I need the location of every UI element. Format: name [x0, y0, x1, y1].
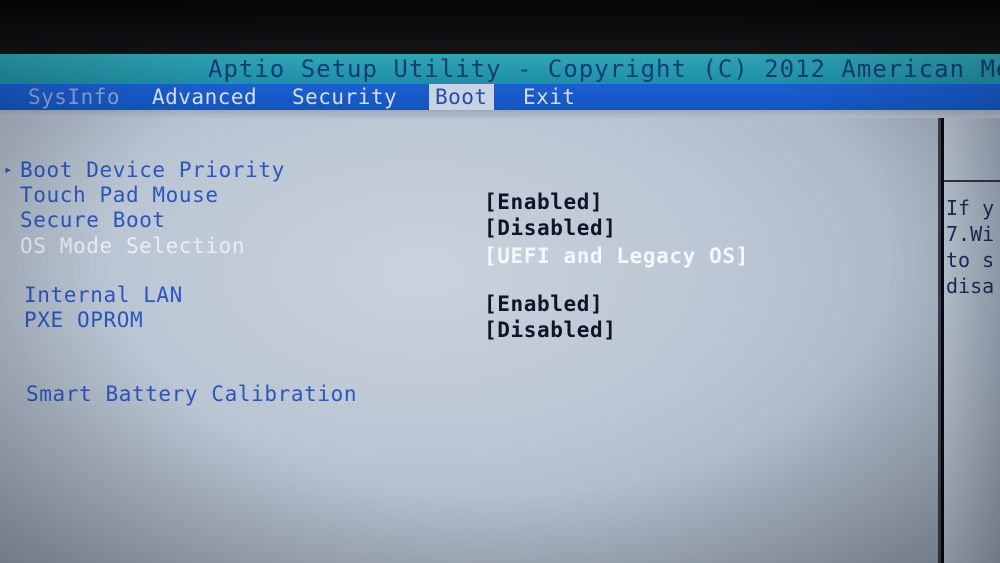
monitor-bezel	[0, 0, 1000, 54]
secure-boot-label: Secure Boot	[20, 208, 166, 232]
internal-lan-value[interactable]: [Enabled]	[484, 292, 603, 316]
help-separator	[944, 180, 1000, 182]
bios-screen: Aptio Setup Utility - Copyright (C) 2012…	[0, 0, 1000, 563]
touch-pad-mouse-label: Touch Pad Mouse	[20, 183, 219, 207]
touch-pad-mouse-value[interactable]: [Enabled]	[484, 190, 603, 214]
tab-security[interactable]: Security	[286, 84, 403, 110]
internal-lan-label: Internal LAN	[24, 283, 183, 307]
help-line: to s	[946, 248, 995, 272]
panel-divider	[938, 118, 941, 563]
help-line: 7.Wi	[946, 222, 995, 246]
help-line: If y	[946, 196, 995, 220]
submenu-arrow-icon: ▸	[4, 162, 13, 178]
pxe-oprom-value[interactable]: [Disabled]	[484, 318, 616, 342]
tab-sysinfo[interactable]: SysInfo	[22, 84, 126, 110]
pxe-oprom-label: PXE OPROM	[24, 308, 144, 332]
tab-advanced[interactable]: Advanced	[146, 84, 263, 110]
boot-device-priority-item[interactable]: Boot Device Priority	[20, 158, 285, 182]
tab-exit[interactable]: Exit	[517, 84, 582, 110]
tab-boot[interactable]: Boot	[429, 84, 494, 110]
help-line: disa	[946, 274, 995, 298]
boot-settings-panel: ▸ Boot Device Priority Touch Pad Mouse […	[0, 118, 940, 563]
menu-divider	[0, 110, 1000, 118]
title-bar: Aptio Setup Utility - Copyright (C) 2012…	[0, 54, 1000, 84]
os-mode-selection-value[interactable]: [UEFI and Legacy OS]	[484, 244, 749, 268]
secure-boot-value[interactable]: [Disabled]	[484, 216, 616, 240]
window-title: Aptio Setup Utility - Copyright (C) 2012…	[208, 55, 1000, 83]
menu-bar: SysInfo Advanced Security Boot Exit	[0, 84, 1000, 110]
smart-battery-calibration-item[interactable]: Smart Battery Calibration	[26, 382, 357, 406]
help-panel: If y 7.Wi to s disa	[944, 118, 1000, 563]
os-mode-selection-label: OS Mode Selection	[20, 234, 246, 258]
